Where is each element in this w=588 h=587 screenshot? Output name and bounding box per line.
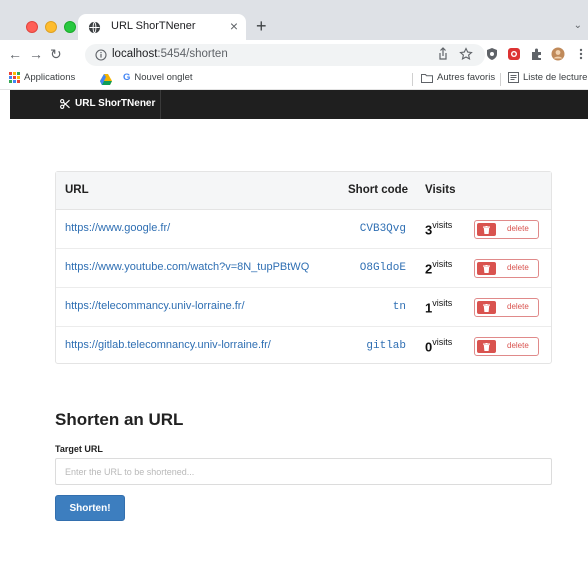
- tab-close-icon[interactable]: ×: [230, 18, 238, 34]
- urls-table: URL Short code Visits https://www.google…: [55, 171, 552, 364]
- profile-avatar[interactable]: [551, 47, 565, 61]
- bookmark-new-tab[interactable]: G Nouvel onglet: [123, 72, 193, 83]
- bookmark-reading-list[interactable]: Liste de lecture: [508, 72, 587, 83]
- bookmark-divider: [500, 73, 501, 86]
- tab-search-chevron-icon[interactable]: ⌄: [574, 20, 582, 31]
- back-button[interactable]: ←: [8, 45, 22, 63]
- bookmark-other-label: Autres favoris: [437, 72, 496, 83]
- row-url-link[interactable]: https://www.google.fr/: [65, 222, 170, 234]
- trash-icon: [483, 265, 490, 273]
- visit-label: visits: [432, 298, 453, 308]
- app-navbar: URL ShorTNener: [10, 90, 588, 119]
- shorten-button[interactable]: Shorten!: [55, 495, 125, 521]
- globe-icon: [88, 21, 101, 34]
- trash-icon-box: [477, 223, 496, 236]
- page-content: URL Short code Visits https://www.google…: [10, 119, 588, 587]
- delete-button[interactable]: delete: [474, 337, 539, 356]
- bookmark-new-tab-label: Nouvel onglet: [134, 72, 193, 83]
- header-visits: Visits: [425, 184, 456, 196]
- brand-link[interactable]: URL ShorTNener: [60, 98, 155, 109]
- row-visits: 1visits: [425, 298, 452, 317]
- scissors-icon: [60, 98, 70, 109]
- bookmark-other-favorites[interactable]: Autres favoris: [421, 72, 495, 83]
- trash-icon: [483, 343, 490, 351]
- brand-name: URL ShorTNener: [75, 98, 156, 109]
- delete-label: delete: [507, 302, 529, 311]
- table-row: https://www.google.fr/ CVB3Qvg 3visits d…: [56, 210, 551, 249]
- row-visits: 3visits: [425, 220, 452, 239]
- row-short-code[interactable]: tn: [393, 301, 406, 313]
- delete-label: delete: [507, 263, 529, 272]
- address-text: localhost:5454/shorten: [112, 48, 228, 60]
- row-visits: 2visits: [425, 259, 452, 278]
- bookmark-applications[interactable]: Applications: [9, 72, 75, 83]
- apps-grid-icon: [9, 72, 20, 83]
- maximize-window-button[interactable]: [64, 21, 76, 33]
- drive-icon[interactable]: [100, 74, 112, 85]
- row-short-code[interactable]: CVB3Qvg: [360, 223, 406, 235]
- trash-icon: [483, 304, 490, 312]
- bookmark-reading-label: Liste de lecture: [523, 72, 588, 83]
- bookmark-star-icon[interactable]: [459, 47, 473, 61]
- navbar-divider: [160, 90, 161, 119]
- visit-label: visits: [432, 220, 453, 230]
- form-title: Shorten an URL: [55, 410, 184, 429]
- forward-button[interactable]: →: [29, 45, 43, 63]
- target-url-label: Target URL: [55, 444, 103, 454]
- browser-tab[interactable]: URL ShorTNener ×: [78, 14, 246, 40]
- record-extension-icon[interactable]: [507, 47, 521, 61]
- row-url-link[interactable]: https://telecommancy.univ-lorraine.fr/: [65, 300, 245, 312]
- bookmark-applications-label: Applications: [24, 72, 76, 83]
- bookmark-divider: [412, 73, 413, 86]
- trash-icon: [483, 226, 490, 234]
- minimize-window-button[interactable]: [45, 21, 57, 33]
- tab-title: URL ShorTNener: [111, 20, 196, 32]
- delete-label: delete: [507, 341, 529, 350]
- reload-button[interactable]: ↻: [50, 45, 62, 63]
- info-icon[interactable]: [95, 49, 107, 61]
- url-path: :5454/shorten: [157, 48, 228, 60]
- google-g-icon: G: [123, 72, 131, 83]
- url-host: localhost: [112, 48, 158, 60]
- trash-icon-box: [477, 301, 496, 314]
- header-short-code: Short code: [348, 184, 409, 196]
- table-row: https://telecommancy.univ-lorraine.fr/ t…: [56, 288, 551, 327]
- share-icon[interactable]: [436, 47, 450, 61]
- address-bar[interactable]: localhost:5454/shorten: [85, 44, 485, 66]
- row-url-link[interactable]: https://www.youtube.com/watch?v=8N_tupPB…: [65, 261, 309, 273]
- delete-button[interactable]: delete: [474, 220, 539, 239]
- trash-icon-box: [477, 262, 496, 275]
- folder-icon: [421, 73, 433, 83]
- table-row: https://gitlab.telecomnancy.univ-lorrain…: [56, 327, 551, 366]
- delete-button[interactable]: delete: [474, 298, 539, 317]
- trash-icon-box: [477, 340, 496, 353]
- row-url-link[interactable]: https://gitlab.telecomnancy.univ-lorrain…: [65, 339, 271, 351]
- browser-titlebar: URL ShorTNener × + ⌄: [0, 0, 588, 40]
- table-header: URL Short code Visits: [56, 172, 551, 210]
- row-short-code[interactable]: gitlab: [366, 340, 406, 352]
- target-url-input[interactable]: [55, 458, 552, 485]
- kebab-menu-icon[interactable]: [574, 47, 588, 61]
- browser-toolbar: ← → ↻ localhost:5454/shorten: [0, 40, 588, 69]
- row-visits: 0visits: [425, 337, 452, 356]
- table-row: https://www.youtube.com/watch?v=8N_tupPB…: [56, 249, 551, 288]
- header-url: URL: [65, 184, 89, 196]
- bookmarks-bar: Applications G Nouvel onglet Autres favo…: [0, 69, 588, 90]
- visit-label: visits: [432, 259, 453, 269]
- delete-button[interactable]: delete: [474, 259, 539, 278]
- shield-extension-icon[interactable]: [485, 47, 499, 61]
- visit-label: visits: [432, 337, 453, 347]
- delete-label: delete: [507, 224, 529, 233]
- reading-list-icon: [508, 72, 519, 83]
- close-window-button[interactable]: [26, 21, 38, 33]
- puzzle-extensions-icon[interactable]: [530, 47, 544, 61]
- row-short-code[interactable]: O8GldoE: [360, 262, 406, 274]
- new-tab-button[interactable]: +: [256, 17, 267, 35]
